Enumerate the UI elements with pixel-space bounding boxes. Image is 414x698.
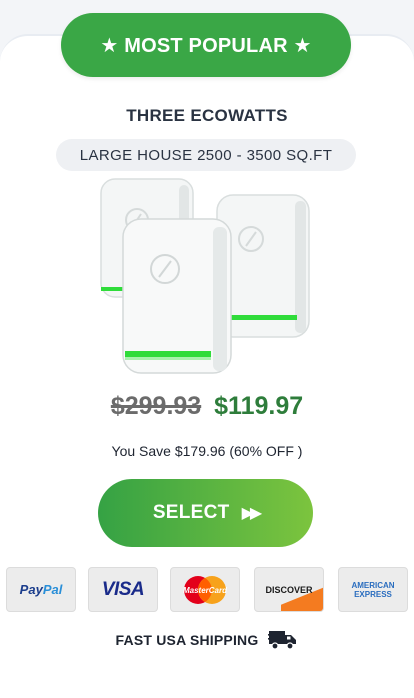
device-front [122,218,232,374]
price-row: $299.93 $119.97 [0,392,414,421]
house-size-pill: LARGE HOUSE 2500 - 3500 SQ.FT [56,139,356,171]
shipping-label: FAST USA SHIPPING [115,632,259,648]
savings-text: You Save $179.96 (60% OFF ) [111,443,303,459]
shipping-info: FAST USA SHIPPING [0,628,414,652]
product-title: THREE ECOWATTS [126,106,288,125]
select-button-label: SELECT [152,502,230,523]
mastercard-circles-icon: MasterCard [183,575,228,604]
old-price: $299.93 [110,392,202,420]
badge-label: ★ MOST POPULAR ★ [100,34,312,57]
paypal-logo: PayPal [6,567,76,612]
double-chevron-right-icon: ▶▶ [241,505,263,522]
amex-logo: AMERICAN EXPRESS [338,567,408,612]
svg-text:MasterCard: MasterCard [183,586,228,595]
product-image [100,178,310,374]
payment-methods: PayPal VISA MasterCard DISCOVER AMERICAN… [6,567,408,612]
most-popular-badge: ★ MOST POPULAR ★ [61,13,351,77]
mastercard-logo: MasterCard [170,567,240,612]
house-size-label: LARGE HOUSE 2500 - 3500 SQ.FT [79,146,333,164]
truck-icon [268,631,297,650]
discover-logo: DISCOVER [254,567,324,612]
new-price: $119.97 [214,392,304,420]
visa-logo: VISA [88,567,158,612]
select-button[interactable]: SELECT ▶▶ [98,479,313,547]
